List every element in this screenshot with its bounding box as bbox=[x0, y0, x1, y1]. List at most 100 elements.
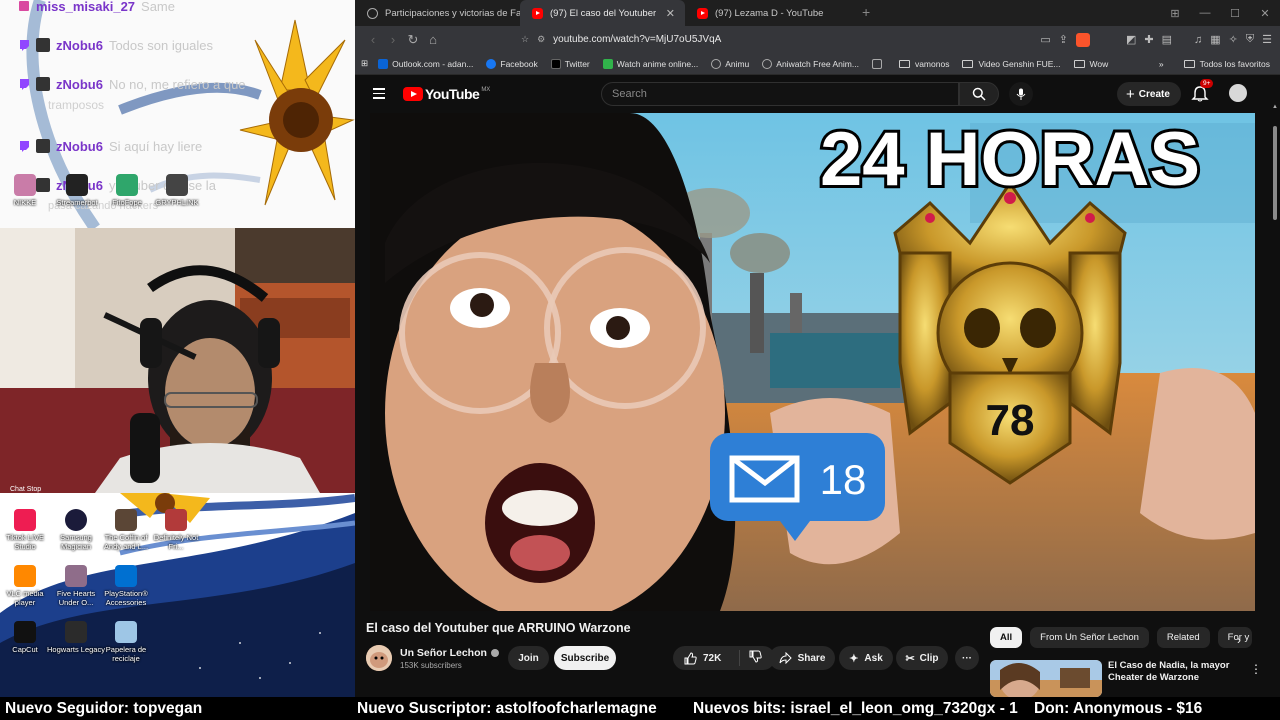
desktop-icon-vlc[interactable]: VLC media player bbox=[0, 565, 54, 607]
reload-icon[interactable]: ↻ bbox=[403, 30, 423, 50]
desktop-icon-nikke[interactable]: NIKKE bbox=[0, 174, 54, 207]
desktop-icon-recycle-bin[interactable]: Papelera de reciclaje bbox=[97, 621, 155, 663]
tab-search-icon[interactable]: ⊞ bbox=[1160, 7, 1190, 20]
tab-label: (97) Lezama D - YouTube bbox=[715, 7, 824, 19]
media-icon[interactable]: ♫ bbox=[1194, 34, 1202, 46]
bookmark-outlook[interactable]: Outlook.com - adan... bbox=[378, 58, 473, 69]
close-tab-icon[interactable]: ✕ bbox=[666, 7, 675, 20]
wallet-icon[interactable]: ◩ bbox=[1126, 33, 1136, 46]
folder-icon bbox=[962, 59, 974, 68]
youtube-logo[interactable]: YouTube MX bbox=[403, 86, 490, 102]
chip-from-channel[interactable]: From Un Señor Lechon bbox=[1030, 627, 1149, 648]
video-thumbnail: 18 78 24 HORAS bbox=[370, 113, 1255, 611]
tab-lezama[interactable]: (97) Lezama D - YouTube bbox=[685, 0, 850, 26]
bookmark-star-icon[interactable]: ☆ bbox=[521, 34, 529, 45]
stream-alerts-ticker: Nuevo Seguidor: topvegan Nuevo Suscripto… bbox=[0, 697, 1280, 720]
toolbar-icons: ▭ ⇪ ◩ ✚ ▤ ♫ ▦ ✧ ⛨ ☰ bbox=[1040, 32, 1272, 47]
site-info-icon[interactable]: ⚙ bbox=[537, 34, 545, 45]
chat-message: zNobu6 Todos son iguales bbox=[18, 34, 213, 56]
page-scrollbar[interactable] bbox=[1270, 112, 1280, 697]
chat-panel: miss_misaki_27 Same zNobu6 Todos son igu… bbox=[0, 0, 355, 228]
reading-list-icon[interactable]: ▦ bbox=[1210, 33, 1220, 46]
channel-name[interactable]: Un Señor Lechon bbox=[400, 647, 499, 659]
search-icon bbox=[972, 87, 986, 101]
search-input[interactable] bbox=[612, 88, 958, 100]
bookmark-facebook[interactable]: Facebook bbox=[486, 58, 538, 69]
webcam-feed: Chat Stop bbox=[0, 228, 355, 493]
bookmark-twitter[interactable]: Twitter bbox=[550, 58, 590, 69]
youtube-favicon-icon bbox=[697, 7, 708, 19]
join-button[interactable]: Join bbox=[508, 646, 549, 670]
bookmark-animu[interactable]: Animu bbox=[711, 58, 749, 69]
apps-grid-icon[interactable]: ⊞ bbox=[361, 58, 368, 69]
ticker-follower: Nuevo Seguidor: topvegan bbox=[5, 700, 203, 717]
scroll-up-icon[interactable]: ▲ bbox=[1272, 104, 1278, 110]
bookmark-watch-anime[interactable]: Watch anime online... bbox=[602, 58, 698, 69]
chat-text: No no, me refiero a que bbox=[108, 76, 246, 92]
subscribe-button[interactable]: Subscribe bbox=[554, 646, 616, 670]
ask-button[interactable]: ✦ Ask bbox=[839, 646, 893, 670]
bookmark-folder-genshin[interactable]: Video Genshin FUE... bbox=[962, 59, 1061, 69]
anime-icon bbox=[602, 58, 613, 69]
maximize-icon[interactable]: ☐ bbox=[1220, 7, 1250, 20]
bookmark-unnamed[interactable] bbox=[871, 58, 886, 69]
bookmark-folder-vamonos[interactable]: vamonos bbox=[898, 59, 949, 69]
chip-for-you[interactable]: For y bbox=[1217, 627, 1252, 648]
cast-icon[interactable]: ▭ bbox=[1040, 33, 1050, 46]
new-tab-button[interactable]: + bbox=[850, 0, 882, 26]
chat-text: Si aquí hay liere bbox=[108, 138, 203, 154]
subscriber-count: 153K subscribers bbox=[400, 660, 462, 670]
webcam-image bbox=[0, 228, 355, 493]
search-button[interactable] bbox=[959, 82, 999, 106]
desktop-icon-capcut[interactable]: CapCut bbox=[0, 621, 54, 654]
channel-avatar[interactable] bbox=[366, 645, 392, 671]
minimize-icon[interactable]: — bbox=[1190, 7, 1220, 19]
url-field[interactable]: ☆ ⚙ youtube.com/watch?v=MjU7oU5JVqA bbox=[521, 34, 721, 45]
close-window-icon[interactable]: ✕ bbox=[1250, 7, 1280, 20]
desktop-icon-gryphlink[interactable]: GRYPHLINK bbox=[148, 174, 206, 207]
tab-youtube-video[interactable]: (97) El caso del Youtuber que Al... ✕ bbox=[520, 0, 685, 26]
extensions-icon[interactable]: ✚ bbox=[1144, 33, 1153, 46]
folder-icon bbox=[1073, 59, 1085, 68]
sparkle-icon: ✦ bbox=[849, 652, 859, 665]
recommended-more-icon[interactable]: ⋮ bbox=[1250, 662, 1262, 676]
more-bookmarks-button[interactable]: » bbox=[1159, 59, 1164, 69]
all-bookmarks-button[interactable]: Todos los favoritos bbox=[1183, 59, 1270, 69]
hamburger-menu-icon[interactable] bbox=[367, 84, 391, 104]
desktop-icon-playstation-accessories[interactable]: PlayStation® Accessories bbox=[97, 565, 155, 607]
chat-message: zNobu6 Si aquí hay liere bbox=[18, 135, 202, 157]
recommended-title: El Caso de Nadia, la mayor Cheater de Wa… bbox=[1108, 660, 1230, 683]
address-bar: ‹ › ↻ ⌂ ☆ ⚙ youtube.com/watch?v=MjU7oU5J… bbox=[355, 26, 1280, 53]
share-page-icon[interactable]: ⇪ bbox=[1059, 33, 1068, 46]
create-button[interactable]: + Create bbox=[1117, 82, 1181, 106]
chip-related[interactable]: Related bbox=[1156, 627, 1210, 648]
video-player[interactable]: 18 78 24 HORAS bbox=[370, 113, 1255, 611]
home-icon[interactable]: ⌂ bbox=[423, 30, 443, 50]
more-actions-button[interactable]: ··· bbox=[955, 646, 979, 670]
dislike-button[interactable] bbox=[740, 650, 762, 666]
share-button[interactable]: Share bbox=[769, 646, 835, 670]
brave-shield-icon[interactable] bbox=[1075, 32, 1090, 47]
chat-text: Todos son iguales bbox=[108, 37, 214, 53]
chip-all[interactable]: All bbox=[990, 627, 1023, 648]
desktop-icon-tiktok-live[interactable]: Tiktok LIVE Studio bbox=[0, 509, 54, 551]
like-button[interactable]: 72K bbox=[673, 650, 740, 666]
sidebar-icon[interactable]: ▤ bbox=[1162, 33, 1172, 46]
recommended-thumbnail[interactable] bbox=[990, 660, 1102, 697]
recommended-video[interactable]: El Caso de Nadia, la mayor Cheater de Wa… bbox=[990, 660, 1238, 697]
bookmark-aniwatch[interactable]: Aniwatch Free Anim... bbox=[762, 58, 859, 69]
chevron-right-icon[interactable]: › bbox=[1237, 633, 1241, 647]
leo-ai-icon[interactable]: ✧ bbox=[1229, 33, 1238, 46]
back-icon[interactable]: ‹ bbox=[363, 30, 383, 50]
voice-search-button[interactable] bbox=[1009, 82, 1033, 106]
forward-icon[interactable]: › bbox=[383, 30, 403, 50]
desktop-icon-definitely-not[interactable]: Definitely Not Fri... bbox=[147, 509, 205, 551]
clip-button[interactable]: ✂ Clip bbox=[896, 646, 948, 670]
scrollbar-thumb[interactable] bbox=[1273, 126, 1277, 220]
bookmark-folder-wow[interactable]: Wow bbox=[1073, 59, 1108, 69]
account-avatar[interactable] bbox=[1229, 84, 1247, 102]
menu-icon[interactable]: ☰ bbox=[1262, 33, 1272, 46]
ticker-subscriber: Nuevo Suscriptor: astolfoofcharlemagne bbox=[357, 700, 657, 717]
tab-faker[interactable]: Participaciones y victorias de Faker bbox=[355, 0, 520, 26]
vpn-icon[interactable]: ⛨ bbox=[1246, 33, 1254, 46]
